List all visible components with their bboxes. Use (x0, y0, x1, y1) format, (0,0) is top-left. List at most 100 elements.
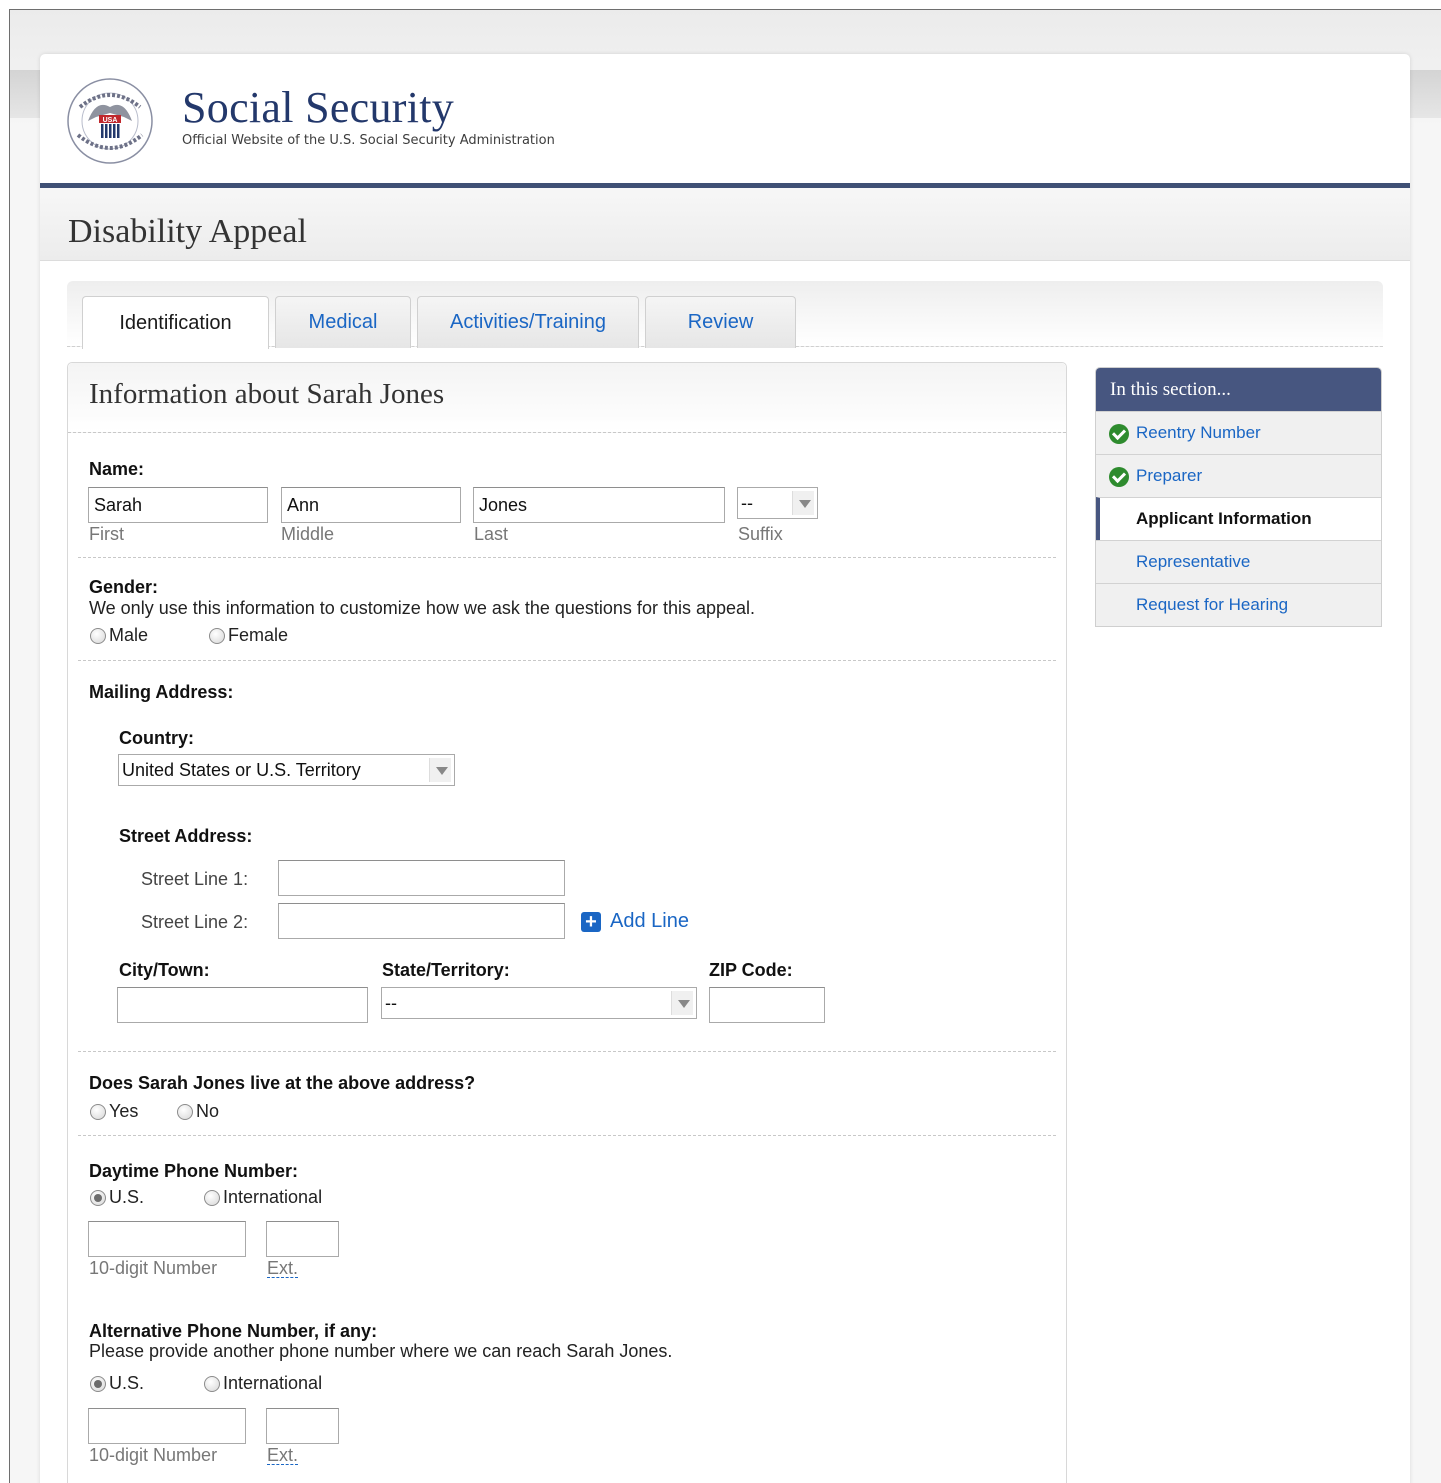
daytime-phone-ext-input[interactable] (266, 1221, 339, 1257)
alt-ext-caption[interactable]: Ext. (267, 1446, 299, 1465)
radio-checked-icon (90, 1189, 106, 1206)
radio-icon (204, 1375, 220, 1392)
street-line2-label: Street Line 2: (141, 912, 249, 932)
alt-phone-number-input[interactable] (88, 1408, 246, 1444)
street-line2-input[interactable] (278, 903, 565, 939)
middle-name-input[interactable]: Ann (281, 487, 461, 523)
lives-at-yes-radio[interactable]: Yes (90, 1101, 138, 1122)
last-caption: Last (474, 524, 509, 544)
check-circle-icon (1109, 467, 1129, 487)
last-name-input[interactable]: Jones (473, 487, 725, 523)
browser-frame: USA Social Security Official Website of … (9, 9, 1441, 1483)
section-nav: In this section... Reentry Number Prepar… (1095, 367, 1382, 627)
svg-text:USA: USA (103, 117, 118, 124)
gender-male-radio[interactable]: Male (90, 625, 148, 646)
no-label: No (196, 1101, 220, 1121)
radio-icon (209, 627, 225, 644)
country-label: Country: (119, 728, 194, 748)
ssa-seal-icon: USA (67, 78, 153, 164)
divider (78, 660, 1056, 661)
international-label: International (223, 1373, 323, 1393)
radio-checked-icon (90, 1375, 106, 1392)
nav-item-representative[interactable]: Representative (1096, 540, 1381, 583)
state-value: -- (385, 993, 397, 1013)
daytime-phone-number-input[interactable] (88, 1221, 246, 1257)
nav-item-label: Preparer (1136, 466, 1203, 485)
tab-identification[interactable]: Identification (82, 296, 269, 349)
nav-item-preparer[interactable]: Preparer (1096, 454, 1381, 497)
site-header: USA Social Security Official Website of … (40, 54, 1410, 183)
alt-phone-ext-input[interactable] (266, 1408, 339, 1444)
add-line-label: Add Line (610, 910, 689, 932)
suffix-select[interactable]: -- (737, 487, 818, 519)
street-line1-label: Street Line 1: (141, 869, 249, 889)
alt-phone-international-radio[interactable]: International (204, 1373, 322, 1394)
nav-item-applicant-information[interactable]: Applicant Information (1096, 497, 1381, 540)
chevron-down-icon (792, 491, 814, 515)
city-label: City/Town: (119, 960, 210, 980)
divider (78, 557, 1056, 558)
first-caption: First (89, 524, 124, 544)
gender-male-label: Male (109, 625, 149, 645)
check-circle-icon (1109, 424, 1129, 444)
middle-caption: Middle (281, 524, 335, 544)
daytime-phone-us-radio[interactable]: U.S. (90, 1187, 144, 1208)
form-panel: Information about Sarah Jones Name: Sara… (67, 362, 1067, 1483)
daytime-phone-international-radio[interactable]: International (204, 1187, 322, 1208)
panel-header: Information about Sarah Jones (68, 363, 1066, 433)
panel-title: Information about Sarah Jones (89, 378, 445, 410)
yes-label: Yes (109, 1101, 139, 1121)
site-subtitle: Official Website of the U.S. Social Secu… (182, 133, 555, 148)
gender-female-radio[interactable]: Female (209, 625, 288, 646)
tab-review[interactable]: Review (645, 296, 796, 348)
alt-phone-label: Alternative Phone Number, if any: (89, 1321, 378, 1341)
nav-item-request-for-hearing[interactable]: Request for Hearing (1096, 583, 1381, 626)
state-select[interactable]: -- (381, 987, 697, 1019)
radio-icon (90, 627, 106, 644)
zip-input[interactable] (709, 987, 825, 1023)
city-input[interactable] (117, 987, 368, 1023)
international-label: International (223, 1187, 323, 1207)
country-value: United States or U.S. Territory (122, 760, 361, 780)
us-label: U.S. (109, 1187, 145, 1207)
street-address-label: Street Address: (119, 826, 253, 846)
suffix-value: -- (741, 493, 753, 513)
add-line-button[interactable]: + Add Line (581, 910, 689, 933)
nav-item-label: Applicant Information (1136, 509, 1312, 528)
chevron-down-icon (671, 991, 693, 1015)
gender-help: We only use this information to customiz… (89, 598, 756, 618)
first-name-input[interactable]: Sarah (88, 487, 268, 523)
name-label: Name: (89, 459, 145, 479)
nav-item-reentry-number[interactable]: Reentry Number (1096, 411, 1381, 454)
site-title[interactable]: Social Security (182, 82, 454, 133)
daytime-ext-caption[interactable]: Ext. (267, 1259, 299, 1278)
alt-phone-us-radio[interactable]: U.S. (90, 1373, 144, 1394)
alt-phone-help: Please provide another phone number wher… (89, 1341, 673, 1361)
lives-at-address-label: Does Sarah Jones live at the above addre… (89, 1073, 476, 1093)
daytime-phone-label: Daytime Phone Number: (89, 1161, 299, 1181)
country-select[interactable]: United States or U.S. Territory (118, 754, 455, 786)
radio-icon (177, 1103, 193, 1120)
radio-icon (204, 1189, 220, 1206)
gender-label: Gender: (89, 577, 159, 597)
tab-activities-training[interactable]: Activities/Training (417, 296, 639, 348)
radio-icon (90, 1103, 106, 1120)
page-title: Disability Appeal (68, 213, 307, 250)
chevron-down-icon (429, 758, 451, 782)
alt-number-caption: 10-digit Number (89, 1445, 218, 1465)
page: USA Social Security Official Website of … (40, 54, 1410, 1483)
lives-at-no-radio[interactable]: No (177, 1101, 219, 1122)
daytime-number-caption: 10-digit Number (89, 1258, 218, 1278)
zip-label: ZIP Code: (709, 960, 793, 980)
us-label: U.S. (109, 1373, 145, 1393)
suffix-caption: Suffix (738, 524, 783, 544)
street-line1-input[interactable] (278, 860, 565, 896)
divider (78, 1051, 1056, 1052)
plus-icon: + (581, 911, 601, 932)
nav-item-label: Reentry Number (1136, 423, 1261, 442)
state-label: State/Territory: (382, 960, 510, 980)
nav-item-label: Representative (1136, 552, 1251, 571)
mailing-address-label: Mailing Address: (89, 682, 234, 702)
tab-medical[interactable]: Medical (275, 296, 411, 348)
section-nav-title: In this section... (1096, 368, 1381, 411)
